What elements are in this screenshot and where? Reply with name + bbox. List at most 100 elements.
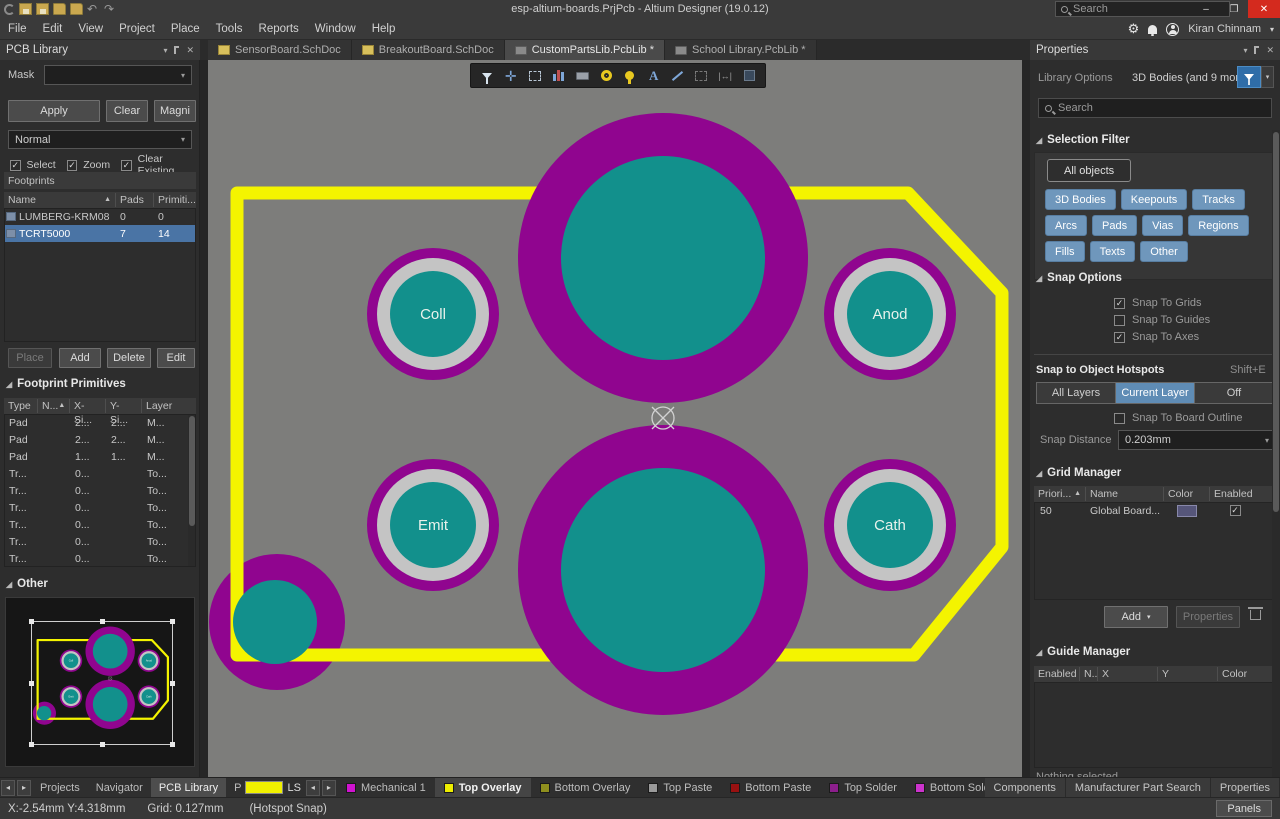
panel-dropdown-icon[interactable]: ▾	[1243, 46, 1247, 55]
pad-tool-icon[interactable]	[596, 66, 616, 85]
menu-tools[interactable]: Tools	[208, 18, 251, 40]
scrollbar-thumb[interactable]	[1273, 132, 1279, 512]
segment-all-layers[interactable]: All Layers	[1037, 383, 1116, 403]
tabs-scroll-left-icon[interactable]: ◂	[1, 780, 15, 796]
grid-manager-table-header[interactable]: Priori...▲ Name Color Enabled	[1034, 486, 1276, 502]
footprints-table-header[interactable]: Name▲ Pads Primiti...	[4, 192, 196, 208]
grid-manager-section[interactable]: ◢ Grid Manager	[1036, 467, 1121, 479]
properties-search-input[interactable]: Search	[1038, 98, 1272, 118]
snap-options-section[interactable]: ◢ Snap Options	[1036, 272, 1122, 284]
menu-view[interactable]: View	[70, 18, 111, 40]
open-project-icon[interactable]	[70, 3, 83, 15]
properties-scrollbar[interactable]	[1272, 130, 1280, 777]
tab-school-library[interactable]: School Library.PcbLib *	[665, 40, 817, 60]
selection-handle[interactable]	[100, 742, 105, 747]
save-all-icon[interactable]	[36, 3, 49, 15]
primitive-row[interactable]: Tr...0...To...	[4, 533, 188, 550]
menu-place[interactable]: Place	[163, 18, 208, 40]
snap-distance-combobox[interactable]: 0.203mm ▾	[1118, 430, 1276, 450]
layer-tab-top-overlay[interactable]: Top Overlay	[435, 778, 531, 798]
close-button[interactable]: ✕	[1248, 0, 1280, 18]
primitives-scrollbar[interactable]	[188, 414, 196, 566]
tab-sensorboard[interactable]: SensorBoard.SchDoc	[208, 40, 352, 60]
panel-close-icon[interactable]: ✕	[1266, 45, 1274, 56]
primitive-row[interactable]: Pad1...1...M...	[4, 448, 188, 465]
filter-chip-pads[interactable]: Pads	[1092, 215, 1137, 236]
panel-pin-icon[interactable]	[174, 46, 179, 54]
clear-existing-checkbox[interactable]: ✓	[121, 160, 132, 171]
primitive-row[interactable]: Pad2...2...M...	[4, 414, 188, 431]
selection-handle[interactable]	[170, 681, 175, 686]
snap-to-axes-checkbox[interactable]: ✓	[1114, 332, 1125, 343]
filter-chip-regions[interactable]: Regions	[1188, 215, 1248, 236]
all-objects-button[interactable]: All objects	[1047, 159, 1131, 182]
zoom-checkbox[interactable]: ✓	[67, 160, 78, 171]
pad-bottom-left[interactable]	[233, 580, 317, 664]
pad-coll[interactable]: Coll	[367, 248, 499, 380]
snap-to-guides-checkbox[interactable]	[1114, 315, 1125, 326]
tab-breakoutboard[interactable]: BreakoutBoard.SchDoc	[352, 40, 505, 60]
menu-edit[interactable]: Edit	[35, 18, 71, 40]
guide-manager-table-header[interactable]: Enabled N.. X Y Color	[1034, 666, 1276, 682]
user-dropdown-icon[interactable]: ▾	[1270, 25, 1274, 34]
select-checkbox[interactable]: ✓	[10, 160, 21, 171]
current-layer-swatch[interactable]	[245, 781, 283, 794]
grid-add-button[interactable]: Add ▾	[1104, 606, 1168, 628]
selection-handle[interactable]	[29, 742, 34, 747]
tabs-scroll-right-icon[interactable]: ▸	[17, 780, 31, 796]
grid-properties-button[interactable]: Properties	[1176, 606, 1240, 628]
filter-chip-3d-bodies[interactable]: 3D Bodies	[1045, 189, 1116, 210]
pad-bottom-large[interactable]	[518, 425, 808, 715]
bottom-tab-properties[interactable]: Properties	[1211, 778, 1280, 798]
filter-tool-icon[interactable]	[477, 66, 497, 85]
redo-icon[interactable]: ↷	[104, 3, 117, 15]
string-tool-icon[interactable]: A	[644, 66, 664, 85]
clear-button[interactable]: Clear	[106, 100, 148, 122]
footprints-section-header[interactable]: Footprints	[4, 172, 196, 189]
pad-cath[interactable]: Cath	[824, 459, 956, 591]
menu-help[interactable]: Help	[364, 18, 404, 40]
bottom-tab-manufacturer-part-search[interactable]: Manufacturer Part Search	[1066, 778, 1211, 798]
filter-dropdown-icon[interactable]: ▾	[1261, 66, 1274, 88]
snap-to-grids-checkbox[interactable]: ✓	[1114, 298, 1125, 309]
pad-top-large[interactable]	[518, 113, 808, 403]
user-avatar[interactable]	[1166, 23, 1179, 36]
other-section[interactable]: ◢ Other	[6, 578, 48, 590]
layer-tab-bottom-solder[interactable]: Bottom Solder	[906, 778, 985, 798]
selection-handle[interactable]	[100, 619, 105, 624]
undo-icon[interactable]: ↶	[87, 3, 100, 15]
segment-current-layer[interactable]: Current Layer	[1116, 383, 1195, 403]
pcb-editor-canvas[interactable]: Coll Anod Emit Cath	[208, 60, 1022, 777]
restore-button[interactable]: ❐	[1220, 0, 1248, 18]
dimension-tool-icon[interactable]: |↔|	[715, 66, 735, 85]
selection-handle[interactable]	[170, 742, 175, 747]
footprint-primitives-section[interactable]: ◢ Footprint Primitives	[6, 378, 126, 390]
menu-reports[interactable]: Reports	[251, 18, 307, 40]
line-tool-icon[interactable]	[668, 66, 688, 85]
layer-tab-top-paste[interactable]: Top Paste	[639, 778, 721, 798]
menu-window[interactable]: Window	[307, 18, 364, 40]
selection-handle[interactable]	[29, 619, 34, 624]
primitive-row[interactable]: Tr...0...To...	[4, 499, 188, 516]
layer-tab-mechanical-1[interactable]: Mechanical 1	[337, 778, 435, 798]
selection-filter-section[interactable]: ◢ Selection Filter	[1036, 134, 1130, 146]
primitive-row[interactable]: Tr...0...To...	[4, 465, 188, 482]
grid-delete-button[interactable]	[1250, 610, 1261, 623]
component-tool-icon[interactable]	[572, 66, 592, 85]
menu-file[interactable]: File	[0, 18, 35, 40]
guide-manager-section[interactable]: ◢ Guide Manager	[1036, 646, 1130, 658]
layers-scroll-left-icon[interactable]: ◂	[306, 780, 320, 796]
fill-tool-icon[interactable]	[739, 66, 759, 85]
minimize-button[interactable]: –	[1192, 0, 1220, 18]
panel-dropdown-icon[interactable]: ▾	[163, 46, 167, 55]
panel-pin-icon[interactable]	[1254, 46, 1259, 54]
placement-tool-icon[interactable]	[548, 66, 568, 85]
primitive-row[interactable]: Tr...0...To...	[4, 550, 188, 567]
grid-enabled-checkbox[interactable]: ✓	[1230, 505, 1241, 516]
filter-chip-keepouts[interactable]: Keepouts	[1121, 189, 1187, 210]
right-splitter[interactable]	[1022, 60, 1030, 777]
magnify-button[interactable]: Magni	[154, 100, 196, 122]
selection-handle[interactable]	[29, 681, 34, 686]
layer-tab-bottom-paste[interactable]: Bottom Paste	[721, 778, 820, 798]
panel-close-icon[interactable]: ✕	[186, 45, 194, 56]
